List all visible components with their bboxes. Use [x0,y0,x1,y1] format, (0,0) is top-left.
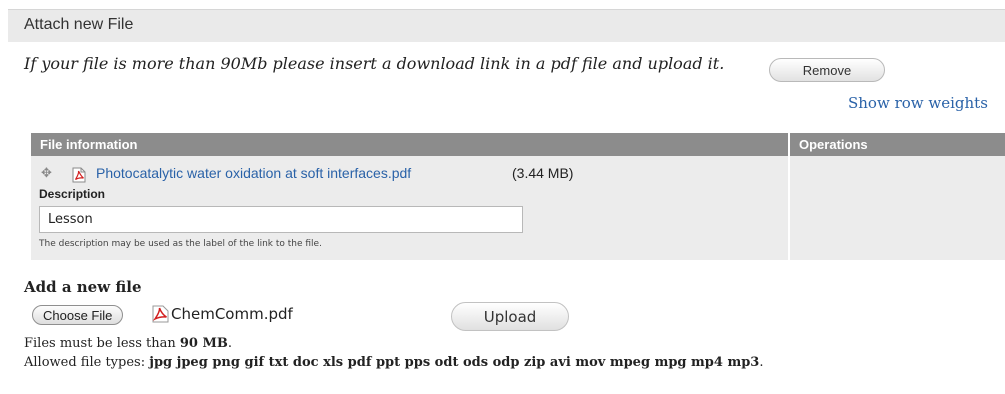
allowed-file-types-text: Allowed file types: jpg jpeg png gif txt… [24,355,763,370]
upload-button[interactable]: Upload [451,302,569,331]
attached-file-size: (3.44 MB) [512,165,574,181]
add-new-file-heading: Add a new file [24,278,142,296]
pdf-file-icon [152,305,169,327]
size-limit-suffix: . [227,336,233,351]
drag-handle-icon[interactable]: ✥ [41,166,52,181]
pdf-file-icon [72,167,86,187]
fieldset-header[interactable]: Attach new File [8,9,1005,42]
file-info-cell: ✥ Photocatalytic water oxidation at soft… [31,156,789,260]
description-help-text: The description may be used as the label… [39,239,322,249]
allowed-types-suffix: . [759,355,764,370]
show-row-weights-link[interactable]: Show row weights [848,94,988,112]
operations-cell [788,156,1005,260]
size-limit-prefix: Files must be less than [24,336,180,351]
fieldset-title[interactable]: Attach new File [24,16,133,34]
description-label: Description [39,187,106,201]
choose-file-button[interactable]: Choose File [32,305,124,325]
upload-note: If your file is more than 90Mb please in… [24,54,725,73]
attached-file-link[interactable]: Photocatalytic water oxidation at soft i… [96,165,411,181]
remove-button[interactable]: Remove [769,58,885,82]
file-size-limit-text: Files must be less than 90 MB. [24,336,232,351]
column-header-operations: Operations [789,133,1005,156]
allowed-types-value: jpg jpeg png gif txt doc xls pdf ppt pps… [149,355,760,370]
table-row: ✥ Photocatalytic water oxidation at soft… [31,156,1005,260]
chosen-file-name: ChemComm.pdf [171,305,293,323]
size-limit-value: 90 MB [179,336,228,351]
description-input[interactable] [39,206,523,233]
file-table: File information Operations ✥ Photocatal… [31,133,1005,260]
column-header-file-information: File information [31,133,790,156]
allowed-types-prefix: Allowed file types: [24,355,150,370]
